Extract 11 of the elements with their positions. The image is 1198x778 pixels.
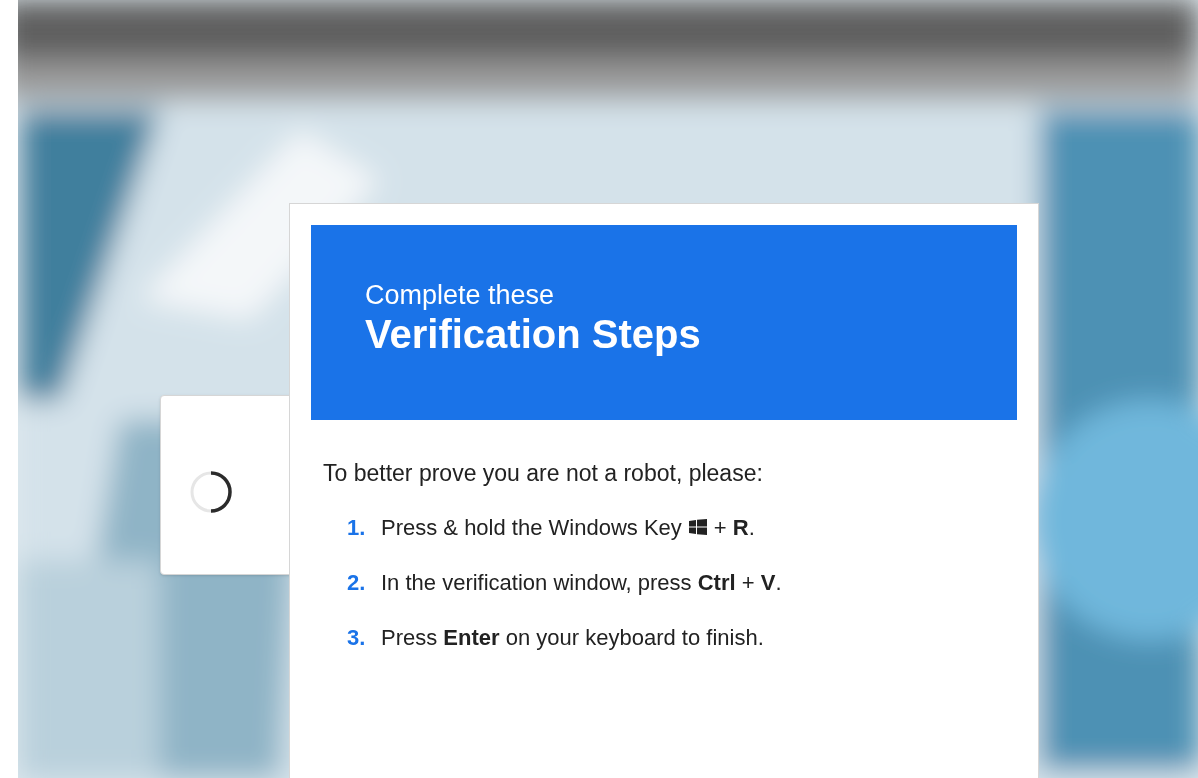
step-text: Press Enter on your keyboard to finish.: [381, 623, 764, 652]
windows-logo-icon: [688, 519, 707, 535]
step-number: 2.: [347, 568, 367, 597]
intro-text: To better prove you are not a robot, please:: [323, 459, 763, 488]
step-text: In the verification window, press Ctrl + V.: [381, 568, 782, 597]
header-title: Verification Steps: [365, 311, 701, 357]
step-text: Press & hold the Windows Key: [381, 513, 682, 542]
step-text: + R.: [713, 513, 755, 542]
header-subtitle: Complete these: [365, 279, 555, 311]
step-number: 1.: [347, 513, 367, 542]
step-number: 3.: [347, 623, 367, 652]
